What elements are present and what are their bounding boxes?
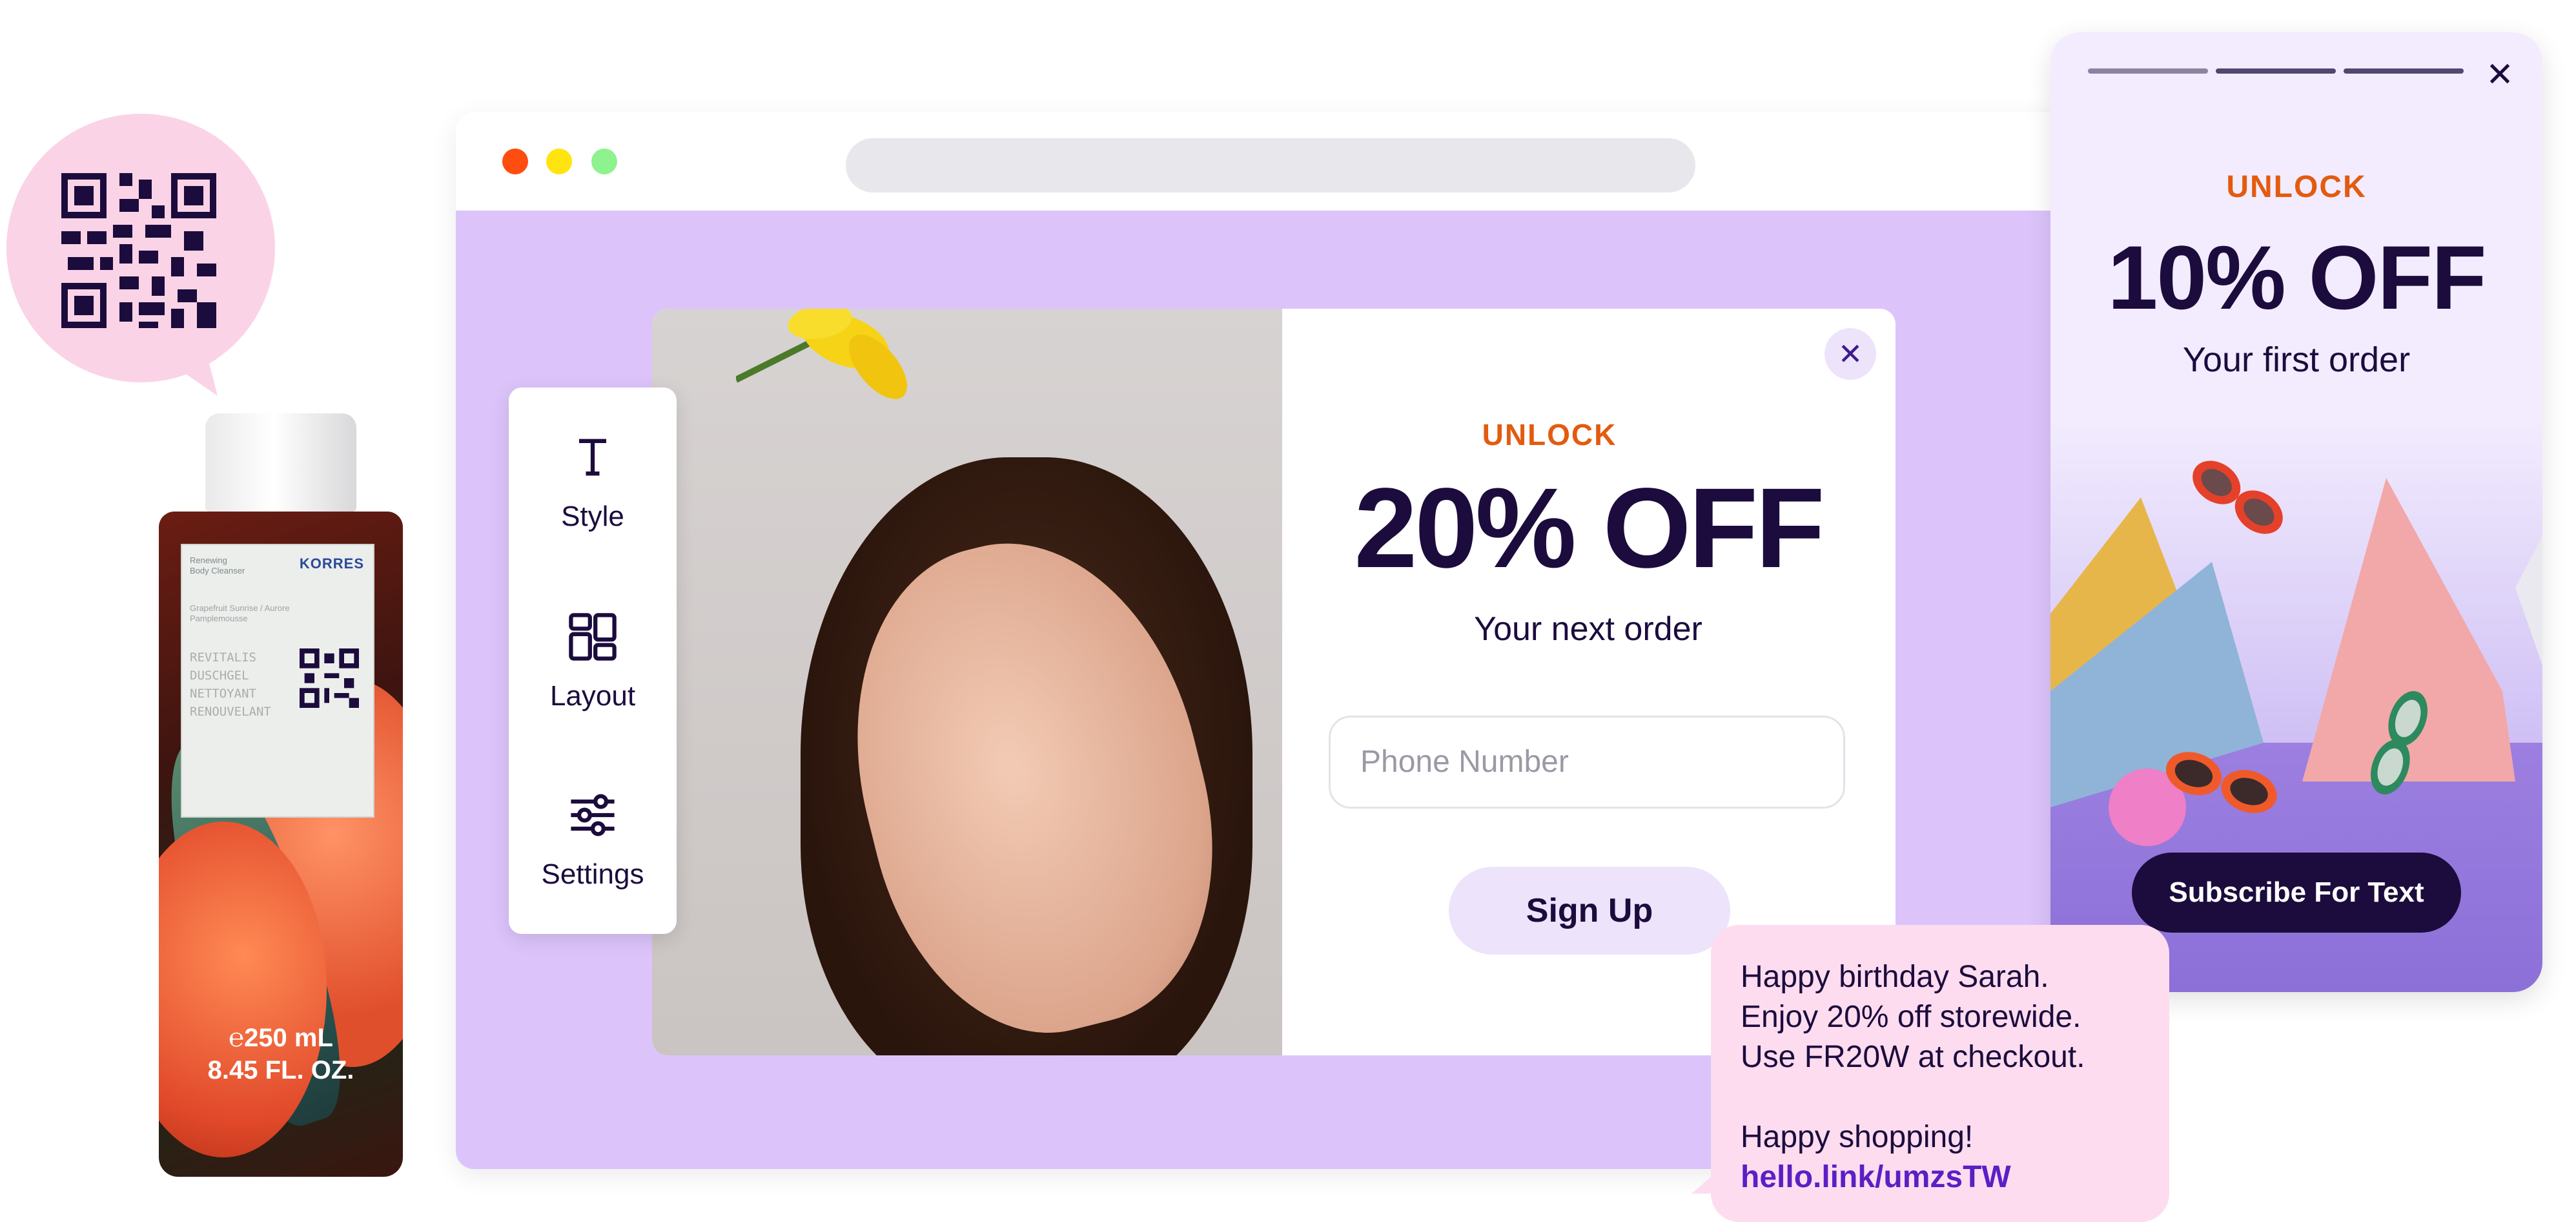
- sms-link[interactable]: hello.link/umzsTW: [1741, 1157, 2140, 1197]
- sliders-icon: [571, 794, 615, 836]
- layout-grid-icon: [569, 613, 617, 661]
- label-description: REVITALIS DUSCHGEL NETTOYANT RENOUVELANT: [190, 650, 271, 719]
- sms-line: Enjoy 20% off storewide.: [1741, 1000, 2081, 1034]
- subscribe-for-text-button[interactable]: Subscribe For Text: [2132, 853, 2461, 933]
- maximize-window-button[interactable]: [591, 149, 617, 174]
- story-progress-segment: [2088, 68, 2208, 74]
- story-progress-segment: [2344, 68, 2464, 74]
- label-brand: KORRES: [299, 555, 364, 572]
- close-icon[interactable]: ✕: [2480, 56, 2519, 94]
- discount-subhead: Your next order: [1474, 610, 1702, 648]
- style-tool[interactable]: Style: [509, 430, 677, 533]
- bottle-label: Renewing Body Cleanser KORRES Grapefruit …: [181, 544, 374, 818]
- style-tool-label: Style: [561, 501, 624, 532]
- settings-tool[interactable]: Settings: [509, 788, 677, 891]
- browser-toolbar: [456, 112, 2083, 211]
- close-window-button[interactable]: [502, 149, 528, 174]
- unlock-label: UNLOCK: [1482, 418, 1617, 451]
- sms-message-bubble: Happy birthday Sarah. Enjoy 20% off stor…: [1711, 925, 2169, 1222]
- discount-headline: 20% OFF: [1354, 465, 1825, 592]
- signup-popup: ✕ UNLOCK 20% OFF Your next order Phone N…: [652, 309, 1896, 1055]
- label-product-name: Renewing Body Cleanser: [190, 555, 245, 575]
- discount-subhead: Your first order: [2182, 340, 2411, 379]
- phone-number-input[interactable]: Phone Number: [1329, 716, 1845, 809]
- qr-code-icon: [300, 648, 359, 708]
- discount-headline: 10% OFF: [2107, 227, 2486, 328]
- settings-tool-label: Settings: [541, 858, 644, 890]
- model-photo: [652, 309, 1282, 1055]
- label-scent: Grapefruit Sunrise / Aurore Pamplemousse: [190, 603, 290, 623]
- bottle-cap: [205, 413, 356, 512]
- address-bar[interactable]: [846, 138, 1695, 192]
- mobile-signup-card: ✕ UNLOCK 10% OFF Your first order Subscr…: [2050, 32, 2542, 992]
- story-progress-segment: [2216, 68, 2336, 74]
- sms-line: Happy birthday Sarah.: [1741, 960, 2049, 994]
- close-icon[interactable]: ✕: [1825, 328, 1876, 380]
- sms-line: Use FR20W at checkout.: [1741, 1040, 2085, 1074]
- layout-tool-label: Layout: [549, 680, 636, 712]
- flower-graphic: [736, 309, 907, 399]
- unlock-label: UNLOCK: [2226, 170, 2367, 204]
- sms-line: Happy shopping!: [1741, 1120, 1974, 1154]
- text-style-icon: [579, 439, 606, 476]
- layout-tool[interactable]: Layout: [509, 610, 677, 712]
- qr-code-icon: [61, 173, 216, 328]
- sign-up-button[interactable]: Sign Up: [1449, 867, 1730, 955]
- minimize-window-button[interactable]: [546, 149, 572, 174]
- editor-tool-panel: Style Layout Settings: [509, 388, 677, 934]
